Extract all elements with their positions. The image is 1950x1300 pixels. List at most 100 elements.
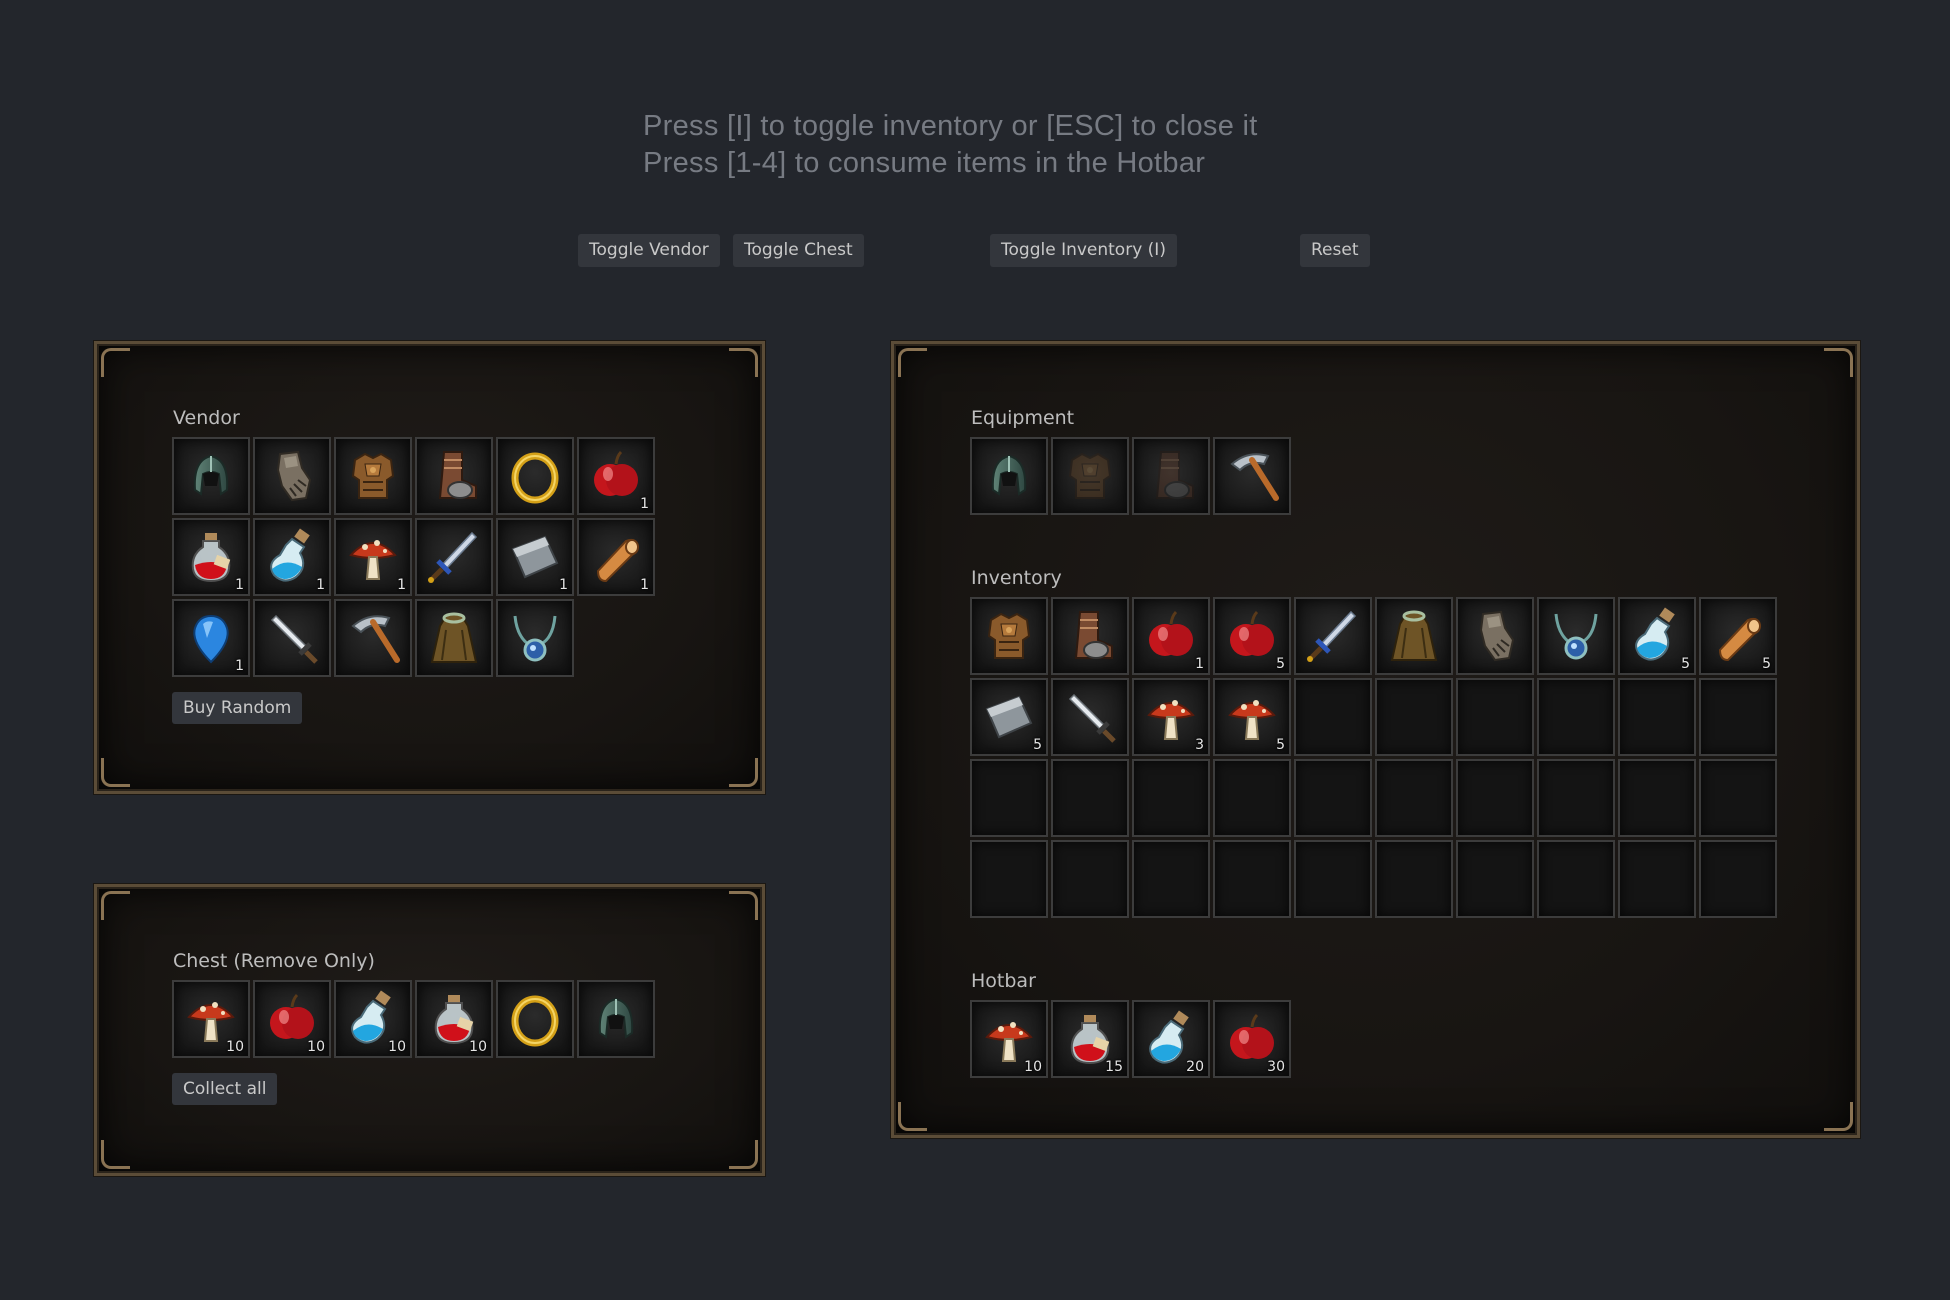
wood-log-icon xyxy=(1718,617,1762,662)
inventory-slot-empty[interactable] xyxy=(1051,840,1129,918)
hotbar-slot[interactable]: 15 xyxy=(1051,1000,1129,1078)
toggle-inventory-button[interactable]: Toggle Inventory (I) xyxy=(990,234,1177,267)
inventory-slot-empty[interactable] xyxy=(1375,678,1453,756)
inventory-slot-empty[interactable] xyxy=(1537,759,1615,837)
vendor-slot[interactable] xyxy=(172,437,250,515)
vendor-slot[interactable] xyxy=(253,599,331,677)
frame-ornament xyxy=(101,758,130,787)
inventory-slot-empty[interactable] xyxy=(1213,759,1291,837)
item-quantity: 5 xyxy=(1033,737,1042,753)
vendor-slot[interactable]: 1 xyxy=(577,518,655,596)
vendor-slot[interactable] xyxy=(496,599,574,677)
chest-slot[interactable] xyxy=(577,980,655,1058)
red-potion-icon xyxy=(191,533,231,583)
toggle-vendor-button[interactable]: Toggle Vendor xyxy=(578,234,720,267)
item-quantity: 5 xyxy=(1681,656,1690,672)
sword-icon xyxy=(428,531,478,583)
inventory-slot-empty[interactable] xyxy=(1618,678,1696,756)
chest-slot[interactable]: 10 xyxy=(253,980,331,1058)
vendor-slot[interactable] xyxy=(334,437,412,515)
hotbar-slot[interactable]: 30 xyxy=(1213,1000,1291,1078)
vendor-slot[interactable] xyxy=(415,599,493,677)
inventory-slot-empty[interactable] xyxy=(1132,840,1210,918)
chest-slot[interactable]: 10 xyxy=(172,980,250,1058)
equipment-title: Equipment xyxy=(971,407,1075,429)
inventory-slot-empty[interactable] xyxy=(970,840,1048,918)
inventory-slot[interactable] xyxy=(1051,678,1129,756)
item-quantity: 15 xyxy=(1105,1059,1123,1075)
item-quantity: 1 xyxy=(235,577,244,593)
vendor-slot[interactable]: 1 xyxy=(496,518,574,596)
inventory-slot-empty[interactable] xyxy=(1294,759,1372,837)
vendor-slot[interactable] xyxy=(415,518,493,596)
inventory-slot-empty[interactable] xyxy=(970,759,1048,837)
buy-random-button[interactable]: Buy Random xyxy=(172,692,303,724)
cloak-icon xyxy=(1390,610,1438,661)
equipment-slot[interactable] xyxy=(1213,437,1291,515)
inventory-slot[interactable] xyxy=(1375,597,1453,675)
inventory-slot[interactable] xyxy=(970,597,1048,675)
inventory-slot-empty[interactable] xyxy=(1456,678,1534,756)
inventory-slot-empty[interactable] xyxy=(1375,759,1453,837)
inventory-slot[interactable]: 5 xyxy=(1618,597,1696,675)
hotbar-slot[interactable]: 20 xyxy=(1132,1000,1210,1078)
inventory-slot-empty[interactable] xyxy=(1132,759,1210,837)
equipment-slot[interactable] xyxy=(1132,437,1210,515)
reset-button[interactable]: Reset xyxy=(1300,234,1370,267)
inventory-slot-empty[interactable] xyxy=(1375,840,1453,918)
inventory-slot[interactable]: 3 xyxy=(1132,678,1210,756)
inventory-slot[interactable] xyxy=(1294,597,1372,675)
inventory-slot[interactable]: 5 xyxy=(1699,597,1777,675)
inventory-slot-empty[interactable] xyxy=(1537,840,1615,918)
inventory-slot-empty[interactable] xyxy=(1618,840,1696,918)
inventory-slot-empty[interactable] xyxy=(1456,840,1534,918)
inventory-slot-empty[interactable] xyxy=(1456,759,1534,837)
inventory-slot[interactable] xyxy=(1051,597,1129,675)
inventory-slot[interactable]: 5 xyxy=(1213,597,1291,675)
inventory-slot[interactable] xyxy=(1456,597,1534,675)
inventory-slot-empty[interactable] xyxy=(1051,759,1129,837)
vendor-slot[interactable]: 1 xyxy=(172,599,250,677)
boots-icon xyxy=(1074,611,1113,659)
item-quantity: 10 xyxy=(469,1039,487,1055)
inventory-slot[interactable]: 1 xyxy=(1132,597,1210,675)
chest-slot[interactable] xyxy=(496,980,574,1058)
vendor-slot[interactable] xyxy=(496,437,574,515)
inventory-slot-empty[interactable] xyxy=(1699,678,1777,756)
inventory-slot[interactable]: 5 xyxy=(1213,678,1291,756)
item-quantity: 10 xyxy=(1024,1059,1042,1075)
chest-slot[interactable]: 10 xyxy=(334,980,412,1058)
item-quantity: 1 xyxy=(1195,656,1204,672)
inventory-slot-empty[interactable] xyxy=(1618,759,1696,837)
equipment-slot[interactable] xyxy=(1051,437,1129,515)
inventory-slot-empty[interactable] xyxy=(1213,840,1291,918)
vendor-slot[interactable]: 1 xyxy=(253,518,331,596)
inventory-slot-empty[interactable] xyxy=(1699,759,1777,837)
inventory-slot-empty[interactable] xyxy=(1294,678,1372,756)
gauntlet-icon xyxy=(1479,610,1515,662)
vendor-slot[interactable] xyxy=(415,437,493,515)
vendor-slot[interactable]: 1 xyxy=(334,518,412,596)
vendor-slot[interactable]: 1 xyxy=(172,518,250,596)
hotbar-slot[interactable]: 10 xyxy=(970,1000,1048,1078)
inventory-slot[interactable] xyxy=(1537,597,1615,675)
instruction-line-hotbar: Press [1-4] to consume items in the Hotb… xyxy=(643,147,1206,179)
inventory-slot[interactable]: 5 xyxy=(970,678,1048,756)
frame-ornament xyxy=(729,891,758,920)
helmet-icon xyxy=(991,454,1027,496)
hotbar-title: Hotbar xyxy=(971,970,1036,992)
inventory-slot-empty[interactable] xyxy=(1699,840,1777,918)
vendor-slot[interactable] xyxy=(334,599,412,677)
vendor-slot[interactable]: 1 xyxy=(577,437,655,515)
toggle-chest-button[interactable]: Toggle Chest xyxy=(733,234,864,267)
inventory-slot-empty[interactable] xyxy=(1537,678,1615,756)
instruction-line-inventory: Press [I] to toggle inventory or [ESC] t… xyxy=(643,110,1258,142)
equipment-slot[interactable] xyxy=(970,437,1048,515)
cloak-icon xyxy=(430,612,478,663)
inventory-slot-empty[interactable] xyxy=(1294,840,1372,918)
chest-slot[interactable]: 10 xyxy=(415,980,493,1058)
mushroom-icon xyxy=(1147,700,1195,740)
collect-all-button[interactable]: Collect all xyxy=(172,1073,278,1105)
gem-icon xyxy=(193,614,229,664)
vendor-slot[interactable] xyxy=(253,437,331,515)
